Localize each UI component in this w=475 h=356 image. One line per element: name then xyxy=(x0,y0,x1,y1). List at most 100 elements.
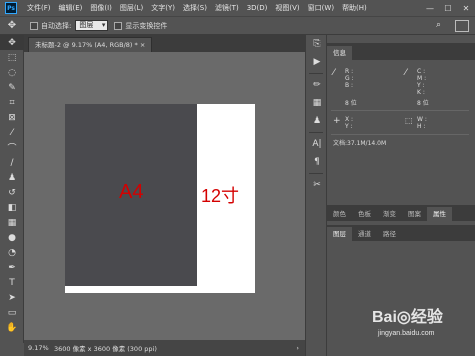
marquee-icon[interactable]: ⬚ xyxy=(0,50,24,65)
healing-brush-icon[interactable]: ⌒ xyxy=(0,140,24,155)
clone-stamp-icon[interactable]: ♟ xyxy=(0,170,24,185)
pen-icon[interactable]: ✒ xyxy=(0,260,24,275)
info-r: R : xyxy=(345,68,354,75)
inch-label: 12寸 xyxy=(201,186,240,206)
auto-select-checkbox[interactable] xyxy=(30,21,38,30)
document-tab[interactable]: 未标题-2 @ 9.17% (A4, RGB/8) * × xyxy=(28,37,153,52)
auto-select-dropdown[interactable]: 图层 xyxy=(75,20,109,31)
gradient-icon[interactable]: ▦ xyxy=(0,215,24,230)
lasso-icon[interactable]: ◌ xyxy=(0,65,24,80)
frame-icon[interactable]: ⊠ xyxy=(0,110,24,125)
color-panel-tabs: 颜色 色板 渐变 图案 属性 xyxy=(327,205,475,221)
info-y-coord: Y : xyxy=(345,123,353,130)
info-g: G : xyxy=(345,75,354,82)
crop-icon[interactable]: ⌗ xyxy=(0,95,24,110)
info-c: C : xyxy=(417,68,426,75)
clone-source-icon[interactable]: ♟ xyxy=(306,112,328,130)
tab-patterns[interactable]: 图案 xyxy=(402,207,427,221)
brush-settings-icon[interactable]: ✏ xyxy=(306,76,328,94)
brush-presets-icon[interactable]: ▦ xyxy=(306,94,328,112)
character-icon[interactable]: A| xyxy=(306,135,328,153)
baidu-watermark-url: jingyan.baidu.com xyxy=(378,330,435,337)
hand-icon[interactable]: ✋ xyxy=(0,320,24,335)
menu-3d[interactable]: 3D(D) xyxy=(243,0,272,16)
tab-color[interactable]: 颜色 xyxy=(327,207,352,221)
menu-image[interactable]: 图像(I) xyxy=(86,0,116,16)
auto-select-label: 自动选择: xyxy=(41,21,72,30)
minimize-icon[interactable]: — xyxy=(421,0,439,16)
eyedropper-icon[interactable]: ⁄ xyxy=(0,125,24,140)
separator xyxy=(331,110,469,111)
divider xyxy=(309,132,323,133)
move-tool-icon[interactable]: ✥ xyxy=(0,20,24,31)
info-h: H : xyxy=(417,123,426,130)
eyedropper-cmyk-icon: ⁄ xyxy=(405,68,407,78)
layers-panel-tabs: 图层 通道 路径 xyxy=(327,225,475,241)
search-icon[interactable]: ⌕ xyxy=(436,20,449,33)
show-transform-checkbox[interactable] xyxy=(114,21,123,30)
crosshair-icon: + xyxy=(333,116,341,126)
menu-edit[interactable]: 编辑(E) xyxy=(55,0,87,16)
paragraph-icon[interactable]: ¶ xyxy=(306,153,328,171)
tab-info[interactable]: 信息 xyxy=(327,46,352,60)
document-tab-title: 未标题-2 @ 9.17% (A4, RGB/8) * xyxy=(35,41,138,49)
canvas-area[interactable]: A4 12寸 xyxy=(24,52,305,340)
eyedropper-icon: ⁄ xyxy=(333,68,335,78)
rectangle-icon[interactable]: ▭ xyxy=(0,305,24,320)
separator xyxy=(331,134,469,135)
document-tab-bar: 未标题-2 @ 9.17% (A4, RGB/8) * × xyxy=(24,35,305,52)
divider xyxy=(309,73,323,74)
zoom-level[interactable]: 9.17% xyxy=(28,344,54,352)
menu-file[interactable]: 文件(F) xyxy=(23,0,55,16)
info-panel-tabs: 信息 xyxy=(327,44,475,60)
info-bit-depth: 8 位 xyxy=(345,100,357,107)
tab-swatches[interactable]: 色板 xyxy=(352,207,377,221)
document-size: 3600 像素 x 3600 像素 (300 ppi) xyxy=(54,345,157,353)
tool-presets-icon[interactable]: ✂ xyxy=(306,176,328,194)
layers-panel-body xyxy=(327,241,475,356)
photoshop-logo-icon[interactable]: Ps xyxy=(5,2,17,14)
move-icon[interactable]: ✥ xyxy=(0,35,24,50)
menu-filter[interactable]: 滤镜(T) xyxy=(211,0,243,16)
history-brush-icon[interactable]: ↺ xyxy=(0,185,24,200)
status-menu-icon[interactable]: › xyxy=(296,344,299,352)
path-select-icon[interactable]: ➤ xyxy=(0,290,24,305)
menu-help[interactable]: 帮助(H) xyxy=(338,0,371,16)
document-canvas[interactable]: A4 12寸 xyxy=(65,104,255,293)
info-k: K : xyxy=(417,89,425,96)
menu-bar: Ps 文件(F) 编辑(E) 图像(I) 图层(L) 文字(Y) 选择(S) 滤… xyxy=(0,0,475,16)
brush-icon[interactable]: ∕ xyxy=(0,155,24,170)
maximize-icon[interactable]: ☐ xyxy=(439,0,457,16)
type-icon[interactable]: T xyxy=(0,275,24,290)
menu-select[interactable]: 选择(S) xyxy=(179,0,211,16)
panel-icon-strip: ⎘ ▶ ✏ ▦ ♟ A| ¶ ✂ xyxy=(305,35,327,356)
tab-close-icon[interactable]: × xyxy=(140,41,145,49)
tab-channels[interactable]: 通道 xyxy=(352,227,377,241)
info-bit-depth-2: 8 位 xyxy=(417,100,429,107)
dodge-icon[interactable]: ◔ xyxy=(0,245,24,260)
show-transform-label: 显示变换控件 xyxy=(125,21,168,30)
tools-panel: ✥ ⬚ ◌ ✎ ⌗ ⊠ ⁄ ⌒ ∕ ♟ ↺ ◧ ▦ ● ◔ ✒ T ➤ ▭ ✋ xyxy=(0,35,24,343)
menu-window[interactable]: 窗口(W) xyxy=(304,0,338,16)
menu-type[interactable]: 文字(Y) xyxy=(147,0,179,16)
window-controls: — ☐ ✕ xyxy=(421,0,475,16)
eraser-icon[interactable]: ◧ xyxy=(0,200,24,215)
actions-icon[interactable]: ▶ xyxy=(306,53,328,71)
history-icon[interactable]: ⎘ xyxy=(306,35,328,53)
divider xyxy=(309,173,323,174)
info-b: B : xyxy=(345,82,354,89)
tab-gradients[interactable]: 渐变 xyxy=(377,207,402,221)
blur-icon[interactable]: ● xyxy=(0,230,24,245)
menu-view[interactable]: 视图(V) xyxy=(271,0,303,16)
tab-layers[interactable]: 图层 xyxy=(327,227,352,241)
tab-properties[interactable]: 属性 xyxy=(427,207,452,221)
workspace-icon[interactable] xyxy=(455,20,469,32)
info-y: Y : xyxy=(417,82,425,89)
tab-paths[interactable]: 路径 xyxy=(377,227,402,241)
quick-select-icon[interactable]: ✎ xyxy=(0,80,24,95)
info-x: X : xyxy=(345,116,354,123)
close-icon[interactable]: ✕ xyxy=(457,0,475,16)
baidu-watermark: Bai◎经验 xyxy=(372,309,443,326)
a4-label: A4 xyxy=(119,181,144,203)
menu-layer[interactable]: 图层(L) xyxy=(116,0,147,16)
